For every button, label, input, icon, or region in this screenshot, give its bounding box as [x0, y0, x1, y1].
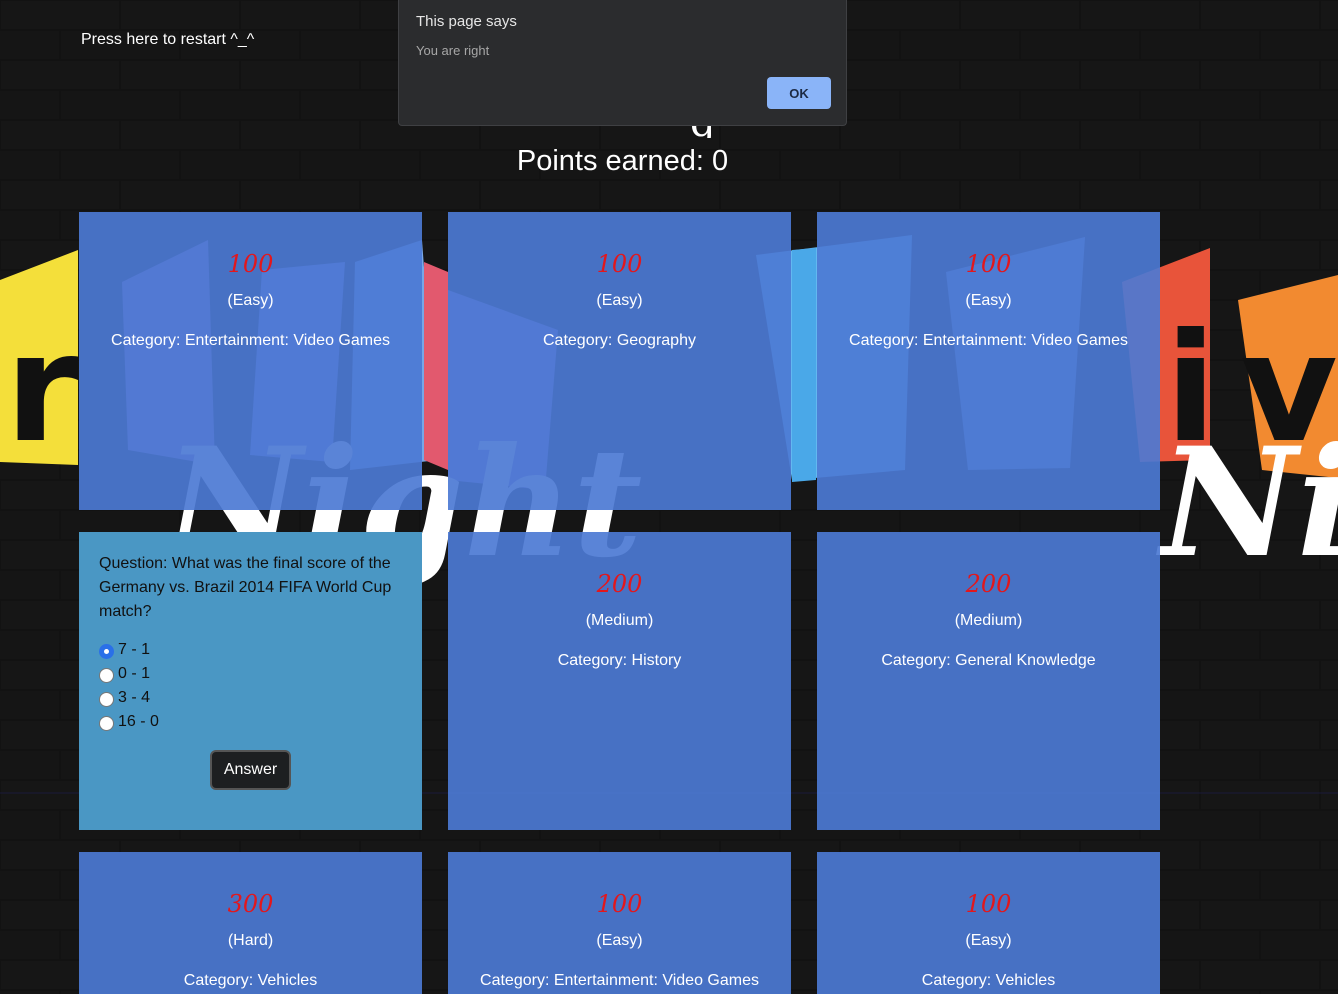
card-points: 100 — [965, 890, 1012, 918]
card-category: Category: Entertainment: Video Games — [111, 332, 390, 349]
card-points: 100 — [965, 250, 1012, 278]
card-category: Category: Vehicles — [921, 972, 1056, 989]
card-difficulty: (Easy) — [965, 292, 1012, 309]
card-category: Category: General Knowledge — [881, 652, 1096, 669]
card-difficulty: (Medium) — [585, 612, 654, 629]
ok-button[interactable]: OK — [767, 77, 831, 109]
page: r v i Night Ni Press here to restart ^_^… — [0, 0, 1338, 994]
question-card[interactable]: 300 (Hard) Category: Vehicles — [79, 852, 422, 994]
question-card[interactable]: 100 (Easy) Category: Geography — [448, 212, 791, 510]
answer-button[interactable]: Answer — [210, 750, 291, 790]
svg-text:Ni: Ni — [1156, 415, 1338, 591]
answer-option-label: 0 - 1 — [118, 665, 151, 682]
question-card[interactable]: 100 (Easy) Category: Vehicles — [817, 852, 1160, 994]
alert-dialog: This page says You are right OK — [398, 0, 847, 126]
card-points: 100 — [596, 890, 643, 918]
answer-option-label: 16 - 0 — [118, 713, 159, 730]
radio-button[interactable] — [99, 644, 114, 659]
restart-link[interactable]: Press here to restart ^_^ — [81, 31, 254, 49]
svg-text:r: r — [5, 302, 79, 476]
question-card[interactable]: 100 (Easy) Category: Entertainment: Vide… — [79, 212, 422, 510]
card-difficulty: (Easy) — [227, 292, 274, 309]
card-difficulty: (Easy) — [596, 292, 643, 309]
card-category: Category: Entertainment: Video Games — [849, 332, 1128, 349]
question-card[interactable]: 200 (Medium) Category: General Knowledge — [817, 532, 1160, 830]
card-difficulty: (Easy) — [596, 932, 643, 949]
card-points: 300 — [227, 890, 274, 918]
answer-option-label: 7 - 1 — [118, 641, 151, 658]
card-category: Category: History — [557, 652, 682, 669]
answer-option[interactable]: 16 - 0 — [99, 710, 402, 734]
card-points: 100 — [227, 250, 274, 278]
question-card[interactable]: 100 (Easy) Category: Entertainment: Vide… — [817, 212, 1160, 510]
radio-button[interactable] — [99, 716, 114, 731]
card-difficulty: (Easy) — [965, 932, 1012, 949]
answer-option-label: 3 - 4 — [118, 689, 151, 706]
question-card[interactable]: 100 (Easy) Category: Entertainment: Vide… — [448, 852, 791, 994]
answer-option[interactable]: 3 - 4 — [99, 686, 402, 710]
question-text: Question: What was the final score of th… — [99, 555, 392, 620]
answer-option[interactable]: 0 - 1 — [99, 662, 402, 686]
radio-button[interactable] — [99, 692, 114, 707]
card-difficulty: (Hard) — [227, 932, 274, 949]
open-question-card: Question: What was the final score of th… — [79, 532, 422, 830]
card-points: 100 — [596, 250, 643, 278]
card-category: Category: Entertainment: Video Games — [480, 972, 759, 989]
question-card[interactable]: 200 (Medium) Category: History — [448, 532, 791, 830]
radio-button[interactable] — [99, 668, 114, 683]
card-difficulty: (Medium) — [954, 612, 1023, 629]
dialog-message: You are right — [416, 43, 490, 58]
card-points: 200 — [596, 570, 643, 598]
dialog-title: This page says — [416, 13, 517, 30]
card-points: 200 — [965, 570, 1012, 598]
answer-option[interactable]: 7 - 1 — [99, 638, 402, 662]
points-earned: Points earned: 0 — [516, 145, 729, 177]
card-category: Category: Geography — [543, 332, 696, 349]
card-category: Category: Vehicles — [183, 972, 318, 989]
